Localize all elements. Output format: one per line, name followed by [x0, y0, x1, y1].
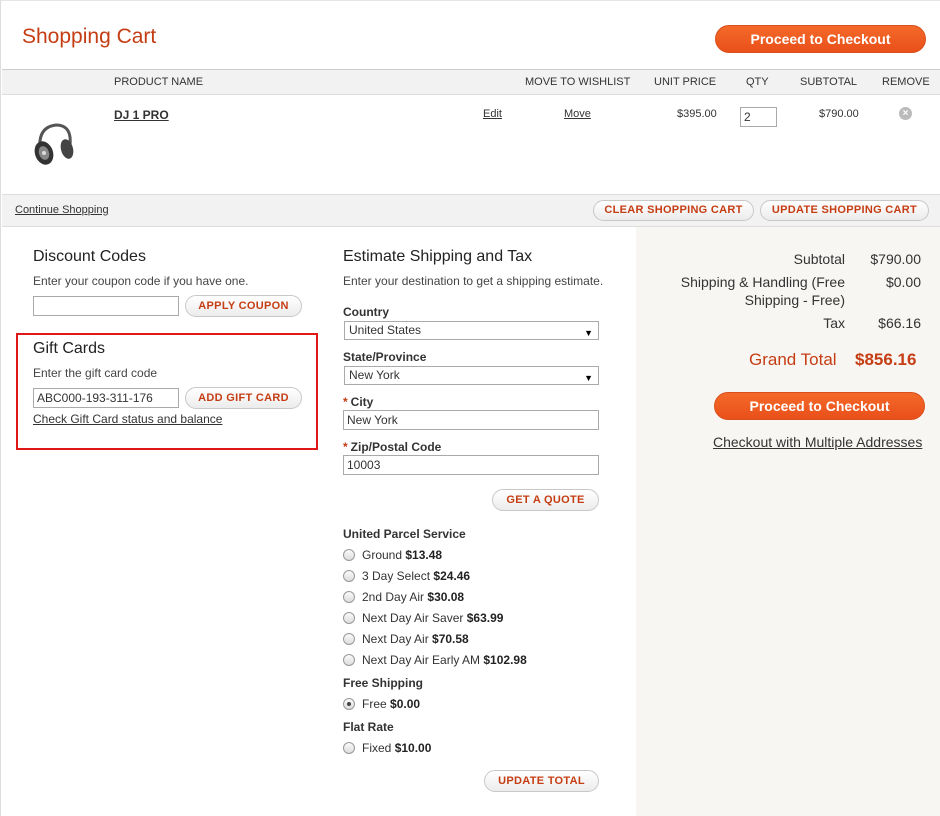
page-title: Shopping Cart: [22, 25, 157, 48]
gift-card-input[interactable]: ABC000-193-311-176: [33, 388, 179, 408]
clear-cart-button[interactable]: CLEAR SHOPPING CART: [593, 200, 754, 221]
radio-flat-rate[interactable]: [343, 742, 355, 754]
option-ground: Ground $13.48: [362, 548, 442, 562]
state-label: State/Province: [343, 350, 427, 364]
option-name: Next Day Air Saver: [362, 611, 464, 625]
option-price: $0.00: [390, 697, 421, 711]
update-total-button[interactable]: UPDATE TOTAL: [484, 770, 599, 792]
city-label-text: City: [350, 395, 374, 409]
cart-actions-bar: Continue Shopping CLEAR SHOPPING CART UP…: [2, 195, 940, 227]
option-price: $70.58: [432, 632, 469, 646]
option-name: 2nd Day Air: [362, 590, 425, 604]
checkout-multiple-addresses-link[interactable]: Checkout with Multiple Addresses: [713, 434, 922, 450]
col-product-name: PRODUCT NAME: [114, 76, 204, 88]
ups-label: United Parcel Service: [343, 527, 466, 541]
option-name: Next Day Air Early AM: [362, 653, 481, 667]
col-unit-price: UNIT PRICE: [654, 76, 717, 88]
coupon-input[interactable]: [33, 296, 179, 316]
option-name: Next Day Air: [362, 632, 429, 646]
country-label: Country: [343, 305, 389, 319]
check-gift-card-link[interactable]: Check Gift Card status and balance: [33, 412, 222, 426]
remove-icon[interactable]: ×: [899, 107, 912, 120]
option-name: 3 Day Select: [362, 569, 431, 583]
product-name-link[interactable]: DJ 1 PRO: [114, 108, 169, 122]
quantity-input[interactable]: 2: [740, 107, 777, 127]
grand-total-label: Grand Total: [749, 350, 837, 369]
proceed-to-checkout-button-top[interactable]: Proceed to Checkout: [715, 25, 926, 53]
headphones-icon[interactable]: [30, 119, 76, 171]
zip-label-text: Zip/Postal Code: [350, 440, 442, 454]
subtotal-label: Subtotal: [793, 251, 845, 267]
zip-label: * Zip/Postal Code: [343, 440, 441, 454]
radio-3-day-select[interactable]: [343, 570, 355, 582]
shipping-hint: Enter your destination to get a shipping…: [343, 274, 604, 288]
radio-next-day-air[interactable]: [343, 633, 355, 645]
option-flat-rate: Fixed $10.00: [362, 741, 431, 755]
flat-rate-label: Flat Rate: [343, 720, 394, 734]
gift-card-hint: Enter the gift card code: [33, 366, 158, 380]
required-icon: *: [343, 440, 348, 454]
shipping-title: Estimate Shipping and Tax: [343, 248, 533, 265]
shipping-handling-label-line1: Shipping & Handling (Free: [680, 274, 845, 290]
country-value: United States: [349, 323, 422, 337]
subtotal-value: $790.00: [870, 251, 921, 267]
radio-free-shipping[interactable]: [343, 698, 355, 710]
tax-value: $66.16: [878, 315, 921, 331]
col-move-to-wishlist: MOVE TO WISHLIST: [525, 76, 631, 88]
option-name: Fixed: [362, 741, 392, 755]
option-next-day-air: Next Day Air $70.58: [362, 632, 469, 646]
item-subtotal: $790.00: [819, 108, 859, 120]
continue-shopping-link[interactable]: Continue Shopping: [15, 204, 109, 216]
city-input[interactable]: New York: [343, 410, 599, 430]
zip-input[interactable]: 10003: [343, 455, 599, 475]
move-to-wishlist-link[interactable]: Move: [564, 108, 591, 120]
option-price: $63.99: [466, 611, 504, 625]
option-name: Free: [362, 697, 387, 711]
option-3-day-select: 3 Day Select $24.46: [362, 569, 470, 583]
dropdown-arrow-icon: ▼: [584, 328, 593, 338]
radio-next-day-air-saver[interactable]: [343, 612, 355, 624]
col-qty: QTY: [746, 76, 769, 88]
table-row: DJ 1 PRO Edit Move $395.00 2 $790.00 ×: [2, 95, 940, 195]
get-quote-button[interactable]: GET A QUOTE: [492, 489, 599, 511]
required-icon: *: [343, 395, 348, 409]
country-select[interactable]: United States ▼: [344, 321, 599, 340]
discount-title: Discount Codes: [33, 248, 146, 265]
free-shipping-label: Free Shipping: [343, 676, 424, 690]
state-value: New York: [349, 368, 400, 382]
shipping-handling-label-line2: Shipping - Free): [744, 292, 845, 308]
discount-hint: Enter your coupon code if you have one.: [33, 274, 249, 288]
option-next-day-air-saver: Next Day Air Saver $63.99: [362, 611, 503, 625]
option-2nd-day-air: 2nd Day Air $30.08: [362, 590, 464, 604]
grand-total-value: $856.16: [855, 350, 917, 369]
col-subtotal: SUBTOTAL: [800, 76, 858, 88]
city-label: * City: [343, 395, 373, 409]
radio-next-day-air-early-am[interactable]: [343, 654, 355, 666]
apply-coupon-button[interactable]: APPLY COUPON: [185, 295, 302, 317]
option-price: $10.00: [394, 741, 432, 755]
shipping-handling-value: $0.00: [885, 274, 921, 290]
option-next-day-air-early-am: Next Day Air Early AM $102.98: [362, 653, 527, 667]
add-gift-card-button[interactable]: ADD GIFT CARD: [185, 387, 302, 409]
tax-label: Tax: [823, 315, 845, 331]
cart-page: Shopping Cart Proceed to Checkout PRODUC…: [0, 0, 940, 816]
option-price: $30.08: [427, 590, 465, 604]
update-cart-button[interactable]: UPDATE SHOPPING CART: [760, 200, 929, 221]
proceed-to-checkout-button[interactable]: Proceed to Checkout: [714, 392, 925, 420]
gift-card-title: Gift Cards: [33, 340, 106, 357]
option-price: $13.48: [405, 548, 443, 562]
radio-ground[interactable]: [343, 549, 355, 561]
option-free-shipping: Free $0.00: [362, 697, 420, 711]
option-price: $102.98: [483, 653, 527, 667]
state-select[interactable]: New York ▼: [344, 366, 599, 385]
edit-link[interactable]: Edit: [483, 108, 502, 120]
col-remove: REMOVE: [882, 76, 930, 88]
cart-table-header: PRODUCT NAME MOVE TO WISHLIST UNIT PRICE…: [2, 69, 940, 95]
radio-2nd-day-air[interactable]: [343, 591, 355, 603]
option-price: $24.46: [433, 569, 471, 583]
unit-price: $395.00: [677, 108, 717, 120]
option-name: Ground: [362, 548, 403, 562]
dropdown-arrow-icon: ▼: [584, 373, 593, 383]
